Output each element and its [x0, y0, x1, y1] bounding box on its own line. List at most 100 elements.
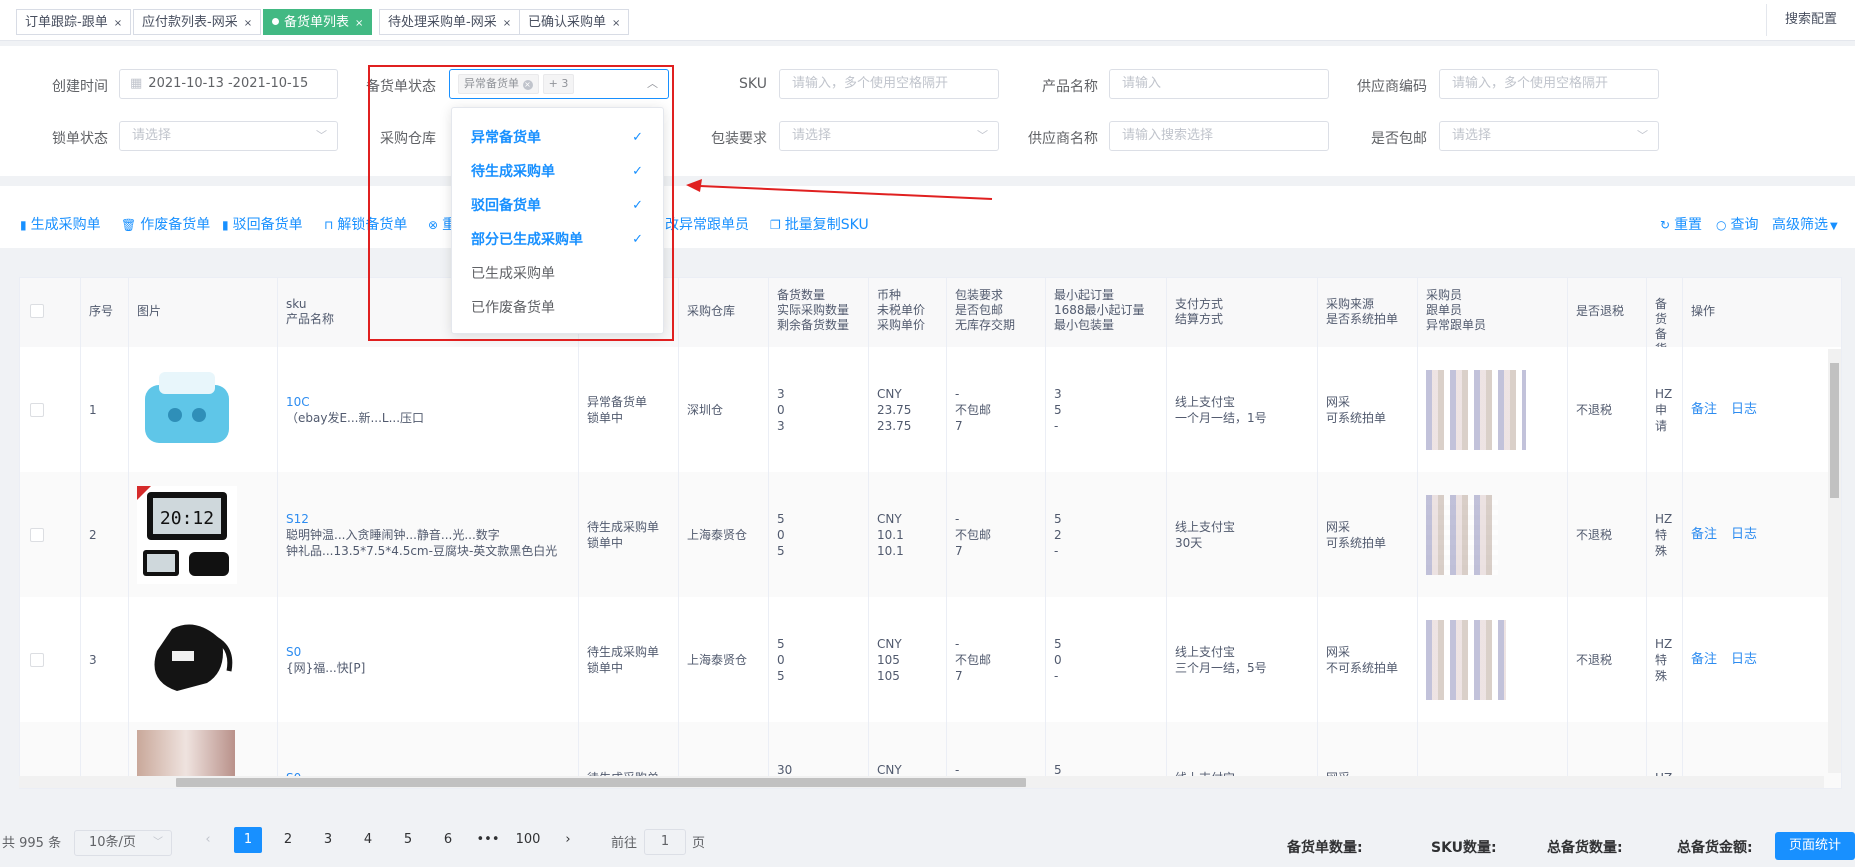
log-link[interactable]: 日志 — [1731, 527, 1757, 543]
copy-icon: ❐ — [770, 218, 781, 232]
note-link[interactable]: 备注 — [1691, 402, 1717, 418]
header-payment: 支付方式 结算方式 — [1167, 278, 1318, 347]
note-link[interactable]: 备注 — [1691, 652, 1717, 668]
summary-amount-label: 总备货金额: — [1677, 840, 1753, 856]
table-header: 序号 图片 sku 产品名称 采购仓库 备货数量 实际采购数量 剩余备货数量 币… — [20, 278, 1841, 348]
row-extra: HZ 特殊 — [1647, 597, 1683, 722]
tab-order-tracking[interactable]: 订单跟踪-跟单 × — [16, 9, 132, 35]
row-sku-cell: S0 {网}福...快[P] — [278, 597, 579, 722]
header-image: 图片 — [129, 278, 278, 347]
row-qty: 5 0 5 — [769, 597, 869, 722]
chevron-down-icon: ﹀ — [1637, 129, 1648, 142]
row-buyer — [1418, 472, 1568, 597]
row-payment: 线上支付宝 一个月一结，1号 — [1167, 347, 1318, 472]
page-1[interactable]: 1 — [234, 827, 262, 853]
advanced-filter-button[interactable]: 高级筛选 ▼ — [1772, 214, 1838, 234]
tab-stock-list[interactable]: 备货单列表 × — [263, 9, 373, 35]
unlock-icon: ⊓ — [324, 218, 334, 232]
search-icon: ○ — [1716, 218, 1727, 232]
product-name: {网}福...快[P] — [286, 660, 366, 675]
product-name-input[interactable]: 请输入 — [1109, 69, 1329, 99]
filter-panel — [0, 46, 1855, 176]
vertical-scrollbar[interactable] — [1828, 349, 1841, 773]
next-page-button[interactable]: › — [554, 827, 582, 853]
tab-payables[interactable]: 应付款列表-网采 × — [133, 9, 262, 35]
change-abnormal-follower-button[interactable]: 改异常跟单员 — [665, 214, 749, 234]
packaging-select[interactable]: 请选择 ﹀ — [779, 121, 999, 151]
generate-po-button[interactable]: ▮ 生成采购单 — [20, 214, 101, 234]
reset-button[interactable]: ↻ 重置 — [1660, 214, 1702, 234]
supplier-code-input[interactable]: 请输入，多个使用空格隔开 — [1439, 69, 1659, 99]
row-select[interactable] — [20, 472, 81, 597]
copy-sku-button[interactable]: ❐ 批量复制SKU — [770, 214, 869, 234]
row-status: 异常备货单 锁单中 — [579, 347, 679, 472]
created-time-range-input[interactable]: ▦ 2021-10-13 -2021-10-15 — [119, 69, 338, 99]
product-image — [129, 347, 278, 472]
product-image: 20:12 — [129, 472, 278, 597]
sku-input[interactable]: 请输入，多个使用空格隔开 — [779, 69, 999, 99]
row-extra: HZ 特殊 — [1647, 472, 1683, 597]
header-seq: 序号 — [81, 278, 129, 347]
row-buyer — [1418, 597, 1568, 722]
clipboard-icon: ▮ — [20, 218, 27, 232]
page-size-select[interactable]: 10条/页 ﹀ — [74, 830, 172, 856]
goto-page-input[interactable]: 1 — [644, 829, 686, 855]
total-count: 共 995 条 — [2, 836, 62, 851]
filter-label-supplier-code: 供应商编码 — [1357, 79, 1427, 95]
pagination-bar: 共 995 条 10条/页 ﹀ ‹ 1 2 3 4 5 6 ••• 100 › 前… — [0, 810, 1855, 867]
row-sku-cell: S12 聪明钟温...入贪睡闹钟...静音...光...数字 钟礼品...13.5… — [278, 472, 579, 597]
supplier-name-input[interactable]: 请输入搜索选择 — [1109, 121, 1329, 151]
header-warehouse: 采购仓库 — [679, 278, 769, 347]
sku-link[interactable]: S12 — [286, 511, 557, 527]
filter-label-product-name: 产品名称 — [1042, 79, 1098, 95]
horizontal-scrollbar[interactable] — [19, 776, 1824, 788]
checkbox[interactable] — [30, 304, 44, 318]
reject-stock-button[interactable]: ▮ 驳回备货单 — [222, 214, 303, 234]
row-select[interactable] — [20, 597, 81, 722]
header-select-all[interactable] — [20, 278, 81, 347]
page-2[interactable]: 2 — [274, 827, 302, 853]
header-tax: 是否退税 — [1568, 278, 1647, 347]
tab-confirmed-po[interactable]: 已确认采购单 × — [519, 9, 630, 35]
log-link[interactable]: 日志 — [1731, 402, 1757, 418]
header-source: 采购来源 是否系统拍单 — [1318, 278, 1418, 347]
close-icon[interactable]: × — [244, 18, 252, 29]
clipboard-x-icon: ▮ — [222, 218, 229, 232]
page-100[interactable]: 100 — [514, 827, 542, 853]
scroll-thumb[interactable] — [176, 778, 1026, 787]
page-3[interactable]: 3 — [314, 827, 342, 853]
chevron-down-icon: ﹀ — [153, 837, 163, 848]
row-actions: 备注 日志 — [1683, 347, 1841, 472]
page-stats-button[interactable]: 页面统计 — [1775, 832, 1855, 860]
lock-status-select[interactable]: 请选择 ﹀ — [119, 121, 338, 151]
page-5[interactable]: 5 — [394, 827, 422, 853]
checkbox[interactable] — [30, 527, 44, 542]
checkbox[interactable] — [30, 652, 44, 667]
page-4[interactable]: 4 — [354, 827, 382, 853]
stock-table: 序号 图片 sku 产品名称 采购仓库 备货数量 实际采购数量 剩余备货数量 币… — [19, 277, 1842, 789]
sku-link[interactable]: S0 — [286, 644, 365, 660]
prev-page-button[interactable]: ‹ — [194, 827, 222, 853]
scroll-thumb[interactable] — [1830, 363, 1839, 498]
row-select[interactable] — [20, 347, 81, 472]
tab-pending-po[interactable]: 待处理采购单-网采 × — [379, 9, 521, 35]
row-moq: 5 2 - — [1046, 472, 1167, 597]
close-icon[interactable]: × — [355, 18, 363, 29]
query-button[interactable]: ○ 查询 — [1716, 214, 1758, 234]
filter-label-lock-status: 锁单状态 — [52, 131, 108, 147]
close-icon[interactable]: × — [503, 18, 511, 29]
row-payment: 线上支付宝 30天 — [1167, 472, 1318, 597]
close-icon[interactable]: × — [612, 18, 620, 29]
chevron-down-icon: ﹀ — [977, 129, 988, 142]
checkbox[interactable] — [30, 402, 44, 417]
filter-label-packaging: 包装要求 — [711, 131, 767, 147]
sku-link[interactable]: 10C — [286, 394, 424, 410]
close-icon[interactable]: × — [114, 18, 122, 29]
log-link[interactable]: 日志 — [1731, 652, 1757, 668]
note-link[interactable]: 备注 — [1691, 527, 1717, 543]
page-6[interactable]: 6 — [434, 827, 462, 853]
free-shipping-select[interactable]: 请选择 ﹀ — [1439, 121, 1659, 151]
page-ellipsis[interactable]: ••• — [474, 827, 502, 853]
search-config-button[interactable]: 搜索配置 — [1766, 4, 1855, 36]
void-stock-button[interactable]: 🗑 作废备货单 — [121, 214, 210, 234]
